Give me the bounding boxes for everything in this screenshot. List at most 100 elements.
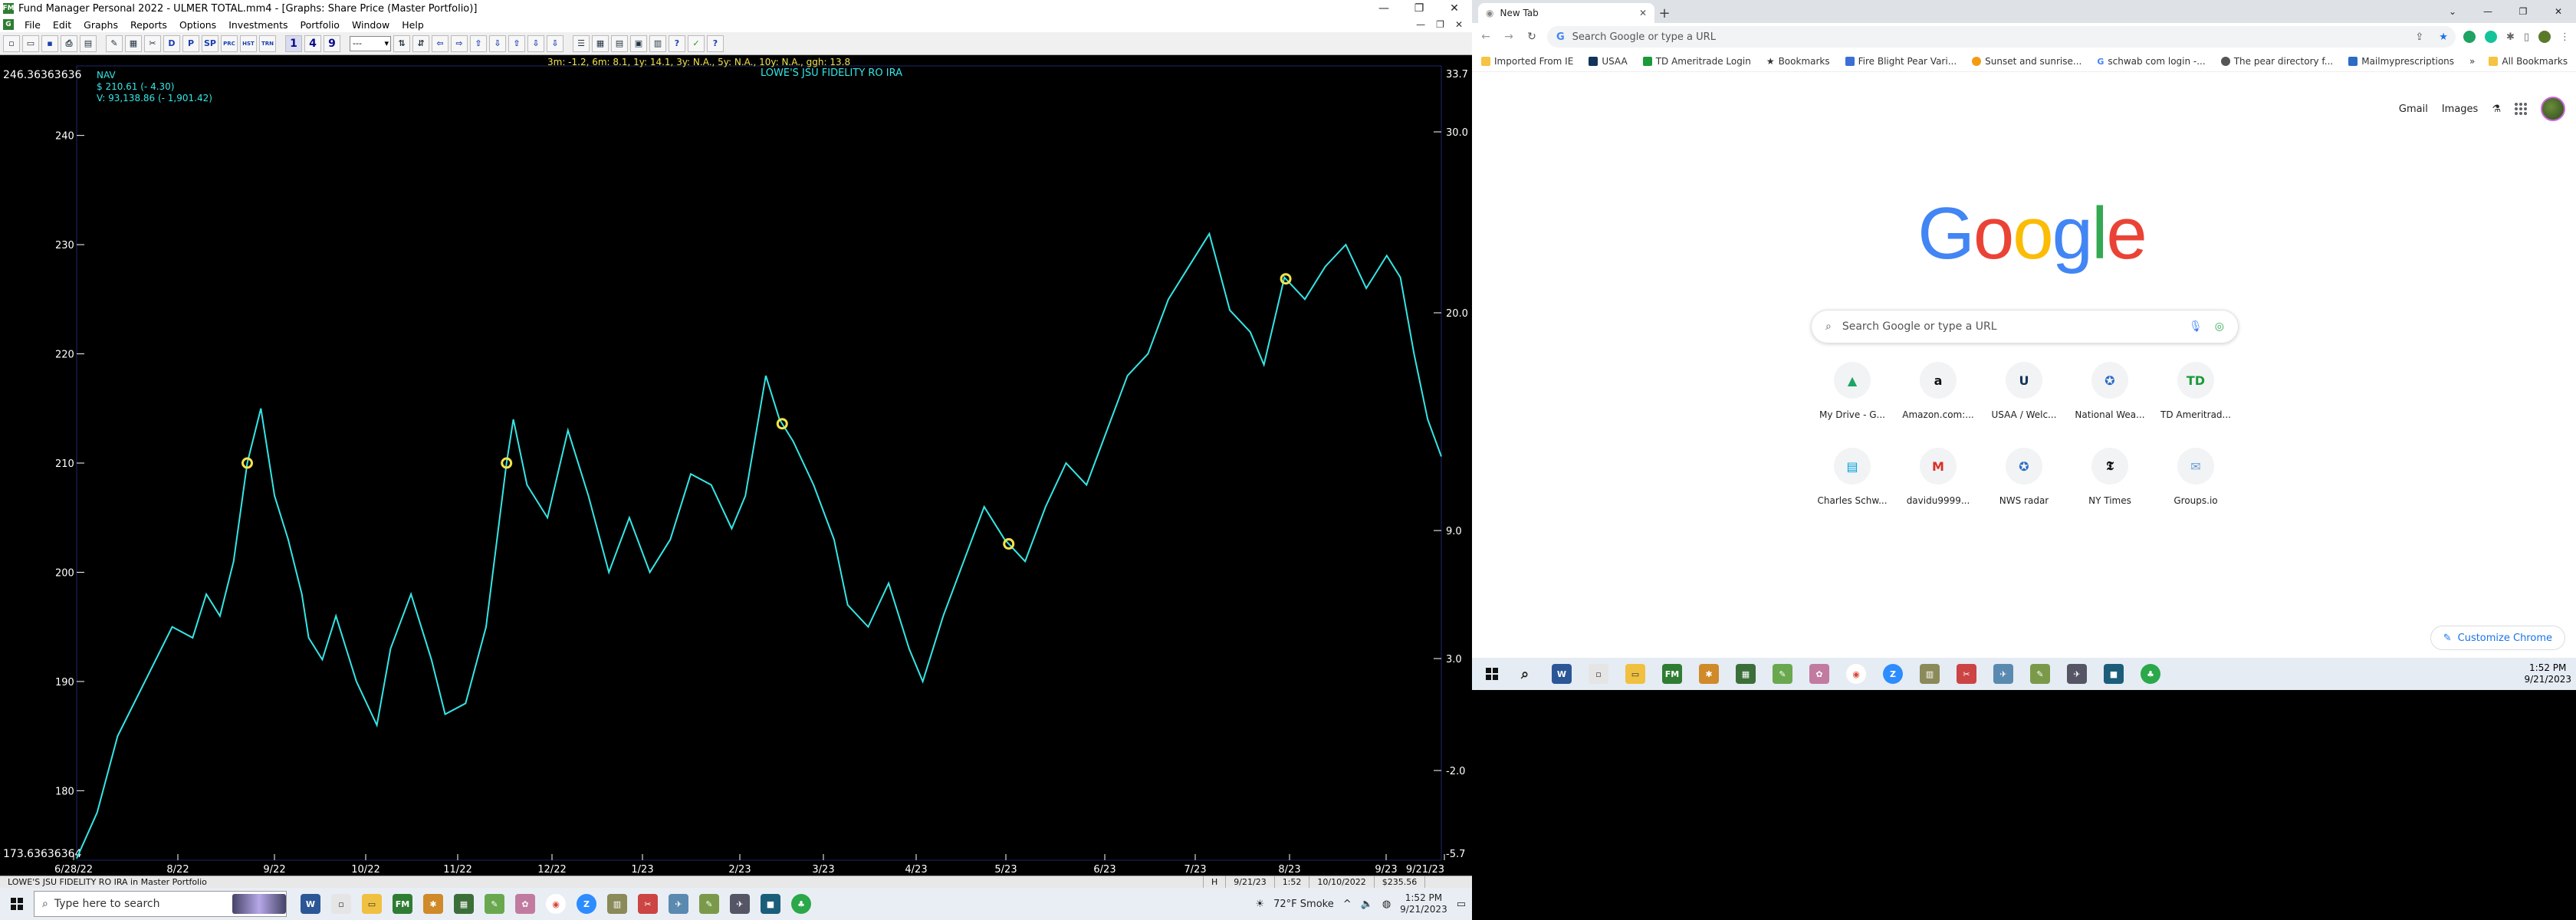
chrome-menu-icon[interactable]: ⋮ bbox=[2560, 31, 2570, 43]
save-icon[interactable]: ▪ bbox=[41, 34, 58, 52]
help-icon[interactable]: ? bbox=[669, 34, 685, 52]
arrow-down-3-icon[interactable]: ⇩ bbox=[547, 34, 564, 52]
search-icon[interactable]: ⌕ bbox=[1515, 664, 1535, 684]
profile-avatar[interactable] bbox=[2541, 97, 2565, 121]
text-button-p[interactable]: P bbox=[182, 34, 199, 52]
shortcut-tile[interactable]: a Amazon.com:... bbox=[1895, 351, 1981, 428]
chart-icon[interactable]: ▦ bbox=[125, 34, 142, 52]
app-taskbar-icon-3[interactable]: ✎ bbox=[485, 894, 504, 914]
menu-options[interactable]: Options bbox=[173, 19, 222, 31]
start-button[interactable] bbox=[0, 888, 34, 920]
bookmark-fire-blight[interactable]: Fire Blight Pear Vari... bbox=[1845, 56, 1957, 67]
file-explorer-taskbar-icon[interactable]: ▭ bbox=[1625, 664, 1645, 684]
customize-chrome-button[interactable]: ✎ Customize Chrome bbox=[2430, 626, 2565, 650]
weather-icon[interactable]: ☀ bbox=[1255, 899, 1264, 910]
arrow-right-icon[interactable]: ⇨ bbox=[451, 34, 468, 52]
photos-taskbar-icon[interactable]: ✿ bbox=[1809, 664, 1829, 684]
mdi-minimize-button[interactable]: — bbox=[1416, 19, 1425, 30]
bookmark-schwab[interactable]: Gschwab com login -... bbox=[2097, 56, 2205, 67]
chrome-taskbar-icon[interactable]: ◉ bbox=[546, 894, 566, 914]
extensions-icon[interactable]: ✱ bbox=[2506, 31, 2515, 43]
list-view-icon[interactable]: ☰ bbox=[573, 34, 590, 52]
evernote-taskbar-icon[interactable]: ♣ bbox=[791, 894, 811, 914]
notifications-icon[interactable]: ▭ bbox=[1457, 899, 1466, 910]
evernote-taskbar-icon[interactable]: ♣ bbox=[2141, 664, 2160, 684]
shortcut-tile[interactable]: ✪ NWS radar bbox=[1981, 437, 2067, 514]
share-icon[interactable]: ⇪ bbox=[2415, 31, 2431, 43]
filter-icon[interactable]: ⇵ bbox=[412, 34, 429, 52]
labs-flask-icon[interactable]: ⚗ bbox=[2492, 104, 2501, 115]
all-bookmarks-button[interactable]: All Bookmarks bbox=[2489, 56, 2568, 67]
word-taskbar-icon[interactable]: W bbox=[1552, 664, 1572, 684]
shortcut-tile[interactable]: U USAA / Welc... bbox=[1981, 351, 2067, 428]
new-file-icon[interactable]: ▫ bbox=[3, 34, 20, 52]
volume-icon[interactable]: 🔈 bbox=[1361, 899, 1373, 910]
menu-investments[interactable]: Investments bbox=[222, 19, 294, 31]
zoom-taskbar-icon[interactable]: Z bbox=[577, 894, 596, 914]
fm-minimize-button[interactable]: — bbox=[1366, 0, 1401, 17]
profile-avatar-small[interactable] bbox=[2538, 31, 2551, 43]
app-taskbar-icon-2[interactable]: ▦ bbox=[454, 894, 474, 914]
text-button-sp[interactable]: SP bbox=[202, 34, 219, 52]
edit-icon[interactable]: ✎ bbox=[106, 34, 123, 52]
grid-view-icon[interactable]: ▦ bbox=[592, 34, 609, 52]
zoom-taskbar-icon[interactable]: Z bbox=[1883, 664, 1903, 684]
bookmark-folder[interactable]: Imported From IE bbox=[1481, 56, 1573, 67]
app-taskbar-icon-9[interactable]: ■ bbox=[761, 894, 780, 914]
file-taskbar-icon[interactable]: ▫ bbox=[331, 894, 351, 914]
bookmark-mailmyprescriptions[interactable]: Mailmyprescriptions bbox=[2348, 56, 2454, 67]
app-taskbar-icon-6[interactable]: ✈ bbox=[669, 894, 688, 914]
menu-help[interactable]: Help bbox=[396, 19, 430, 31]
menu-edit[interactable]: Edit bbox=[47, 19, 77, 31]
shortcut-tile[interactable]: ▲ My Drive - G... bbox=[1809, 351, 1895, 428]
weather-text[interactable]: 72°F Smoke bbox=[1273, 899, 1334, 910]
grammarly-extension-icon[interactable] bbox=[2484, 31, 2497, 43]
bookmark-pear-directory[interactable]: The pear directory f... bbox=[2220, 56, 2333, 67]
app-taskbar-icon-1[interactable]: ✱ bbox=[423, 894, 443, 914]
app-taskbar-icon-8[interactable]: ✈ bbox=[730, 894, 750, 914]
period-button-4[interactable]: 4 bbox=[304, 34, 321, 52]
bookmark-sunset[interactable]: Sunset and sunrise... bbox=[1972, 56, 2082, 67]
app-taskbar-icon-9[interactable]: ■ bbox=[2104, 664, 2124, 684]
calculator-icon[interactable]: ▥ bbox=[649, 34, 666, 52]
arrow-down-2-icon[interactable]: ⇩ bbox=[527, 34, 544, 52]
tab-new-tab[interactable]: ◉ New Tab ✕ bbox=[1478, 3, 1654, 23]
bookmark-bookmarks[interactable]: ★ Bookmarks bbox=[1766, 56, 1830, 67]
gmail-link[interactable]: Gmail bbox=[2399, 104, 2428, 115]
fm-restore-button[interactable]: ❐ bbox=[1401, 0, 1437, 17]
shortcut-tile[interactable]: Mdavidu9999... bbox=[1895, 437, 1981, 514]
fm-close-button[interactable]: ✕ bbox=[1437, 0, 1472, 17]
app-taskbar-icon-5[interactable]: ✂ bbox=[1957, 664, 1976, 684]
menu-graphs[interactable]: Graphs bbox=[77, 19, 124, 31]
side-panel-icon[interactable]: ▯ bbox=[2524, 31, 2529, 43]
ntp-search-box[interactable]: ⌕ Search Google or type a URL 🎙 ◎ bbox=[1811, 310, 2239, 343]
menu-reports[interactable]: Reports bbox=[124, 19, 173, 31]
period-button-1[interactable]: 1 bbox=[285, 34, 302, 52]
chrome-restore-button[interactable]: ❐ bbox=[2505, 0, 2541, 23]
evernote-extension-icon[interactable] bbox=[2463, 31, 2476, 43]
print-preview-icon[interactable]: ▤ bbox=[80, 34, 97, 52]
check-icon[interactable]: ✓ bbox=[688, 34, 705, 52]
shortcut-tile[interactable]: ✉ Groups.io bbox=[2153, 437, 2239, 514]
bookmark-usaa[interactable]: USAA bbox=[1589, 56, 1628, 67]
text-button-prc[interactable]: PRC bbox=[221, 34, 238, 52]
close-tab-icon[interactable]: ✕ bbox=[1639, 8, 1647, 18]
start-button-right[interactable] bbox=[1475, 658, 1509, 690]
print-icon[interactable]: ⎙ bbox=[61, 34, 77, 52]
fund-manager-taskbar-icon[interactable]: FM bbox=[393, 894, 412, 914]
mdi-close-button[interactable]: ✕ bbox=[1455, 19, 1463, 30]
chrome-minimize-button[interactable]: — bbox=[2470, 0, 2505, 23]
app-taskbar-icon-5[interactable]: ✂ bbox=[638, 894, 658, 914]
fund-manager-taskbar-icon[interactable]: FM bbox=[1662, 664, 1682, 684]
app-taskbar-icon-8[interactable]: ✈ bbox=[2067, 664, 2087, 684]
arrow-up-2-icon[interactable]: ⇧ bbox=[508, 34, 525, 52]
images-link[interactable]: Images bbox=[2442, 104, 2479, 115]
arrow-left-icon[interactable]: ⇦ bbox=[432, 34, 449, 52]
word-taskbar-icon[interactable]: W bbox=[301, 894, 320, 914]
bookmarks-overflow-chevron[interactable]: » bbox=[2469, 56, 2475, 67]
forward-icon[interactable]: → bbox=[1501, 31, 1516, 43]
menu-file[interactable]: File bbox=[18, 19, 47, 31]
tools-icon[interactable]: ✂ bbox=[144, 34, 161, 52]
shortcut-tile[interactable]: ▤ Charles Schw... bbox=[1809, 437, 1895, 514]
share-price-chart[interactable]: 3m: -1.2, 6m: 8.1, 1y: 14.1, 3y: N.A., 5… bbox=[0, 55, 1472, 876]
